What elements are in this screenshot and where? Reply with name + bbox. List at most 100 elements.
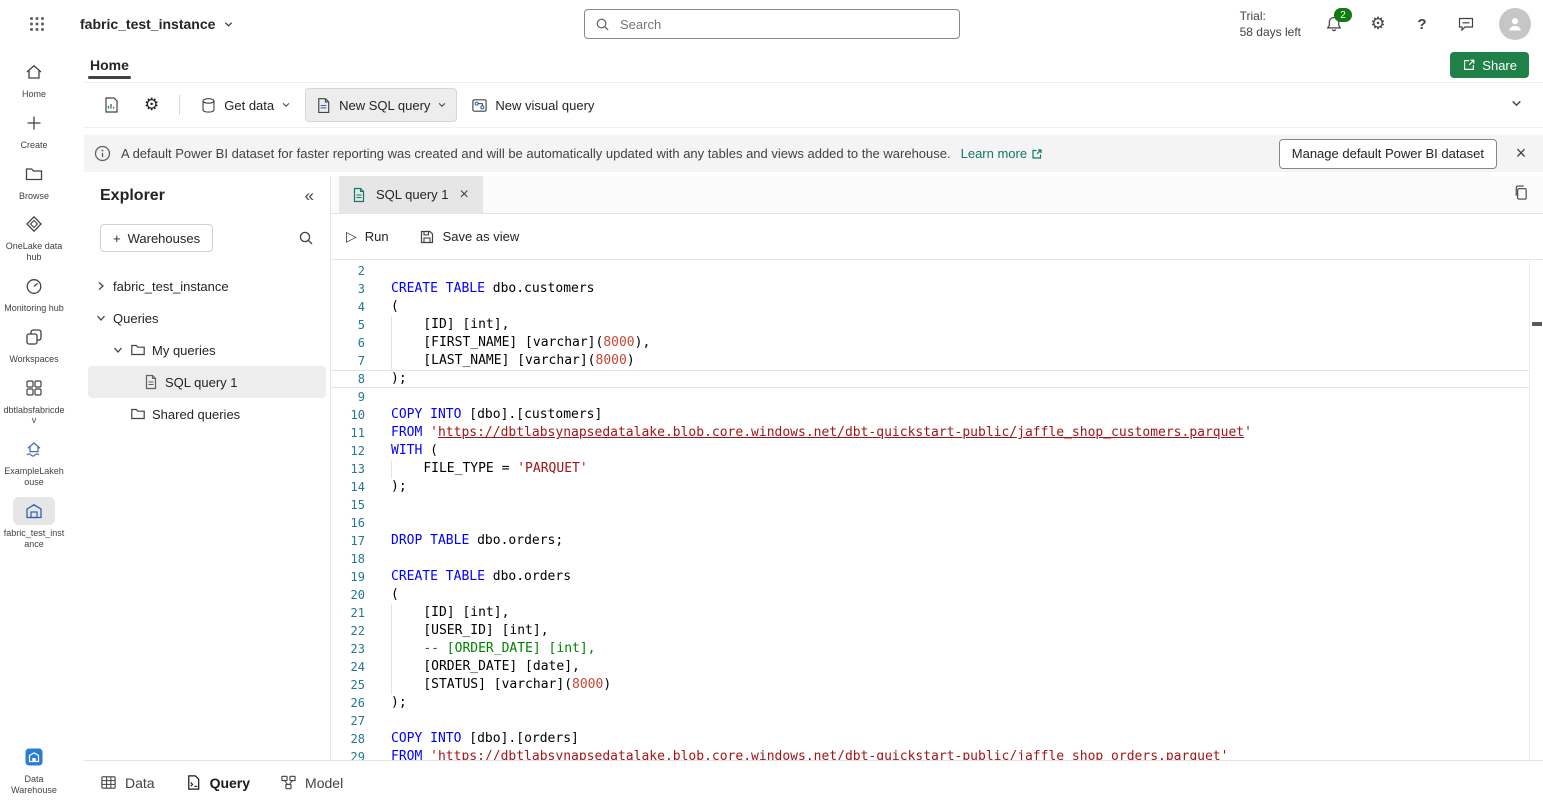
code-line[interactable]: 18 — [331, 550, 1543, 568]
ribbon-collapse-chevron-icon[interactable] — [1510, 97, 1523, 110]
code-line[interactable]: 15 — [331, 496, 1543, 514]
code-line[interactable]: 22 [USER_ID] [int], — [331, 622, 1543, 640]
chevron-down-icon — [95, 312, 107, 324]
code-line[interactable]: 21 [ID] [int], — [331, 604, 1543, 622]
line-number: 28 — [331, 730, 365, 748]
run-button[interactable]: ▷ Run — [346, 228, 389, 245]
notifications-bell-icon[interactable]: 2 — [1323, 13, 1345, 35]
tree-item-sql-query-1[interactable]: SQL query 1 — [88, 366, 326, 398]
sidebar-item-home[interactable]: Home — [1, 58, 67, 100]
code-line[interactable]: 17DROP TABLE dbo.orders; — [331, 532, 1543, 550]
sidebar-item-monitoring-hub[interactable]: Monitoring hub — [1, 272, 67, 314]
code-line[interactable]: 10COPY INTO [dbo].[customers] — [331, 406, 1543, 424]
warehouse-icon — [13, 497, 55, 525]
copy-icon[interactable] — [1512, 184, 1529, 201]
new-visual-query-button[interactable]: New visual query — [461, 88, 604, 122]
code-line[interactable]: 11FROM 'https://dbtlabsynapsedatalake.bl… — [331, 424, 1543, 442]
line-number: 18 — [331, 550, 365, 568]
share-button[interactable]: Share — [1450, 52, 1529, 78]
new-report-icon — [102, 96, 120, 114]
sidebar-item-data-warehouse[interactable]: Data Warehouse — [1, 743, 67, 796]
line-number: 14 — [331, 478, 365, 496]
tree-item-queries[interactable]: Queries — [88, 302, 326, 334]
new-report-button[interactable] — [92, 88, 130, 122]
code-line[interactable]: 29FROM 'https://dbtlabsynapsedatalake.bl… — [331, 748, 1543, 760]
code-line[interactable]: 13 FILE_TYPE = 'PARQUET' — [331, 460, 1543, 478]
code-editor[interactable]: 23CREATE TABLE dbo.customers4(5 [ID] [in… — [331, 260, 1543, 760]
view-tab-data[interactable]: Data — [100, 774, 155, 791]
new-sql-query-button[interactable]: New SQL query — [305, 88, 457, 122]
trial-status: Trial: 58 days left — [1240, 8, 1301, 40]
save-as-view-button[interactable]: Save as view — [419, 229, 520, 245]
view-tab-model[interactable]: Model — [280, 774, 343, 791]
code-line[interactable]: 14); — [331, 478, 1543, 496]
sidebar-item-browse[interactable]: Browse — [1, 160, 67, 202]
sidebar-item-dbtlabsfabricdev[interactable]: dbtlabsfabricdev — [1, 374, 67, 427]
help-icon[interactable]: ? — [1411, 13, 1433, 35]
code-line[interactable]: 20( — [331, 586, 1543, 604]
share-icon — [1462, 58, 1476, 72]
visual-query-icon — [471, 97, 488, 114]
workspace-switcher[interactable]: fabric_test_instance — [80, 16, 234, 32]
settings-button[interactable]: ⚙ — [134, 88, 169, 122]
tree-item-shared-queries[interactable]: Shared queries — [88, 398, 326, 430]
feedback-icon[interactable] — [1455, 13, 1477, 35]
code-line[interactable]: 3CREATE TABLE dbo.customers — [331, 280, 1543, 298]
tree-item-warehouse[interactable]: fabric_test_instance — [88, 270, 326, 302]
code-line[interactable]: 5 [ID] [int], — [331, 316, 1543, 334]
add-warehouses-button[interactable]: + Warehouses — [100, 224, 213, 252]
line-number: 10 — [331, 406, 365, 424]
search-box[interactable] — [584, 9, 960, 39]
view-tab-query[interactable]: Query — [185, 774, 250, 791]
get-data-button[interactable]: Get data — [190, 88, 301, 122]
tab-sql-query-1[interactable]: SQL query 1 × — [339, 176, 483, 213]
code-line[interactable]: 23 -- [ORDER_DATE] [int], — [331, 640, 1543, 658]
sidebar-item-create[interactable]: Create — [1, 109, 67, 151]
data-warehouse-icon — [13, 743, 55, 771]
code-line[interactable]: 9 — [331, 388, 1543, 406]
code-line[interactable]: 28COPY INTO [dbo].[orders] — [331, 730, 1543, 748]
tab-close-icon[interactable]: × — [458, 186, 471, 204]
code-line[interactable]: 4( — [331, 298, 1543, 316]
banner-close-icon[interactable]: × — [1507, 140, 1535, 168]
banner-message: A default Power BI dataset for faster re… — [121, 146, 951, 161]
code-line[interactable]: 12WITH ( — [331, 442, 1543, 460]
code-line[interactable]: 26); — [331, 694, 1543, 712]
code-line[interactable]: 24 [ORDER_DATE] [date], — [331, 658, 1543, 676]
line-number: 2 — [331, 262, 365, 280]
ribbon-tab-row: Home Share — [84, 48, 1543, 83]
explorer-search-icon[interactable] — [298, 230, 314, 246]
app-launcher-icon[interactable] — [26, 13, 48, 35]
code-line[interactable]: 7 [LAST_NAME] [varchar](8000) — [331, 352, 1543, 370]
sidebar-item-fabric-test-instance[interactable]: fabric_test_instance — [1, 497, 67, 550]
collapse-panel-icon[interactable]: « — [305, 186, 314, 206]
folder-icon — [13, 160, 55, 188]
line-number: 20 — [331, 586, 365, 604]
tab-home[interactable]: Home — [84, 48, 135, 82]
query-doc-icon — [185, 774, 202, 791]
home-icon — [13, 58, 55, 86]
user-avatar[interactable] — [1499, 8, 1531, 40]
lakehouse-icon — [13, 435, 55, 463]
sidebar-item-examplelakehouse[interactable]: ExampleLakehouse — [1, 435, 67, 488]
code-line[interactable]: 16 — [331, 514, 1543, 532]
search-input[interactable] — [618, 16, 949, 33]
top-bar: fabric_test_instance Trial: 58 days left… — [0, 0, 1543, 48]
code-line[interactable]: 2 — [331, 262, 1543, 280]
gear-icon: ⚙ — [144, 95, 159, 115]
code-line[interactable]: 25 [STATUS] [varchar](8000) — [331, 676, 1543, 694]
learn-more-link[interactable]: Learn more — [961, 146, 1043, 161]
code-line[interactable]: 8); — [331, 370, 1543, 388]
code-line[interactable]: 27 — [331, 712, 1543, 730]
tree-item-my-queries[interactable]: My queries — [88, 334, 326, 366]
code-lines: 23CREATE TABLE dbo.customers4(5 [ID] [in… — [331, 262, 1543, 760]
code-line[interactable]: 19CREATE TABLE dbo.orders — [331, 568, 1543, 586]
manage-dataset-button[interactable]: Manage default Power BI dataset — [1279, 139, 1497, 169]
sidebar-item-workspaces[interactable]: Workspaces — [1, 323, 67, 365]
settings-gear-icon[interactable]: ⚙ — [1367, 13, 1389, 35]
run-icon: ▷ — [346, 228, 357, 245]
toolbar-divider — [179, 95, 180, 115]
code-line[interactable]: 6 [FIRST_NAME] [varchar](8000), — [331, 334, 1543, 352]
sidebar-item-onelake-data-hub[interactable]: OneLake data hub — [1, 210, 67, 263]
editor-scrollbar[interactable] — [1529, 260, 1543, 760]
